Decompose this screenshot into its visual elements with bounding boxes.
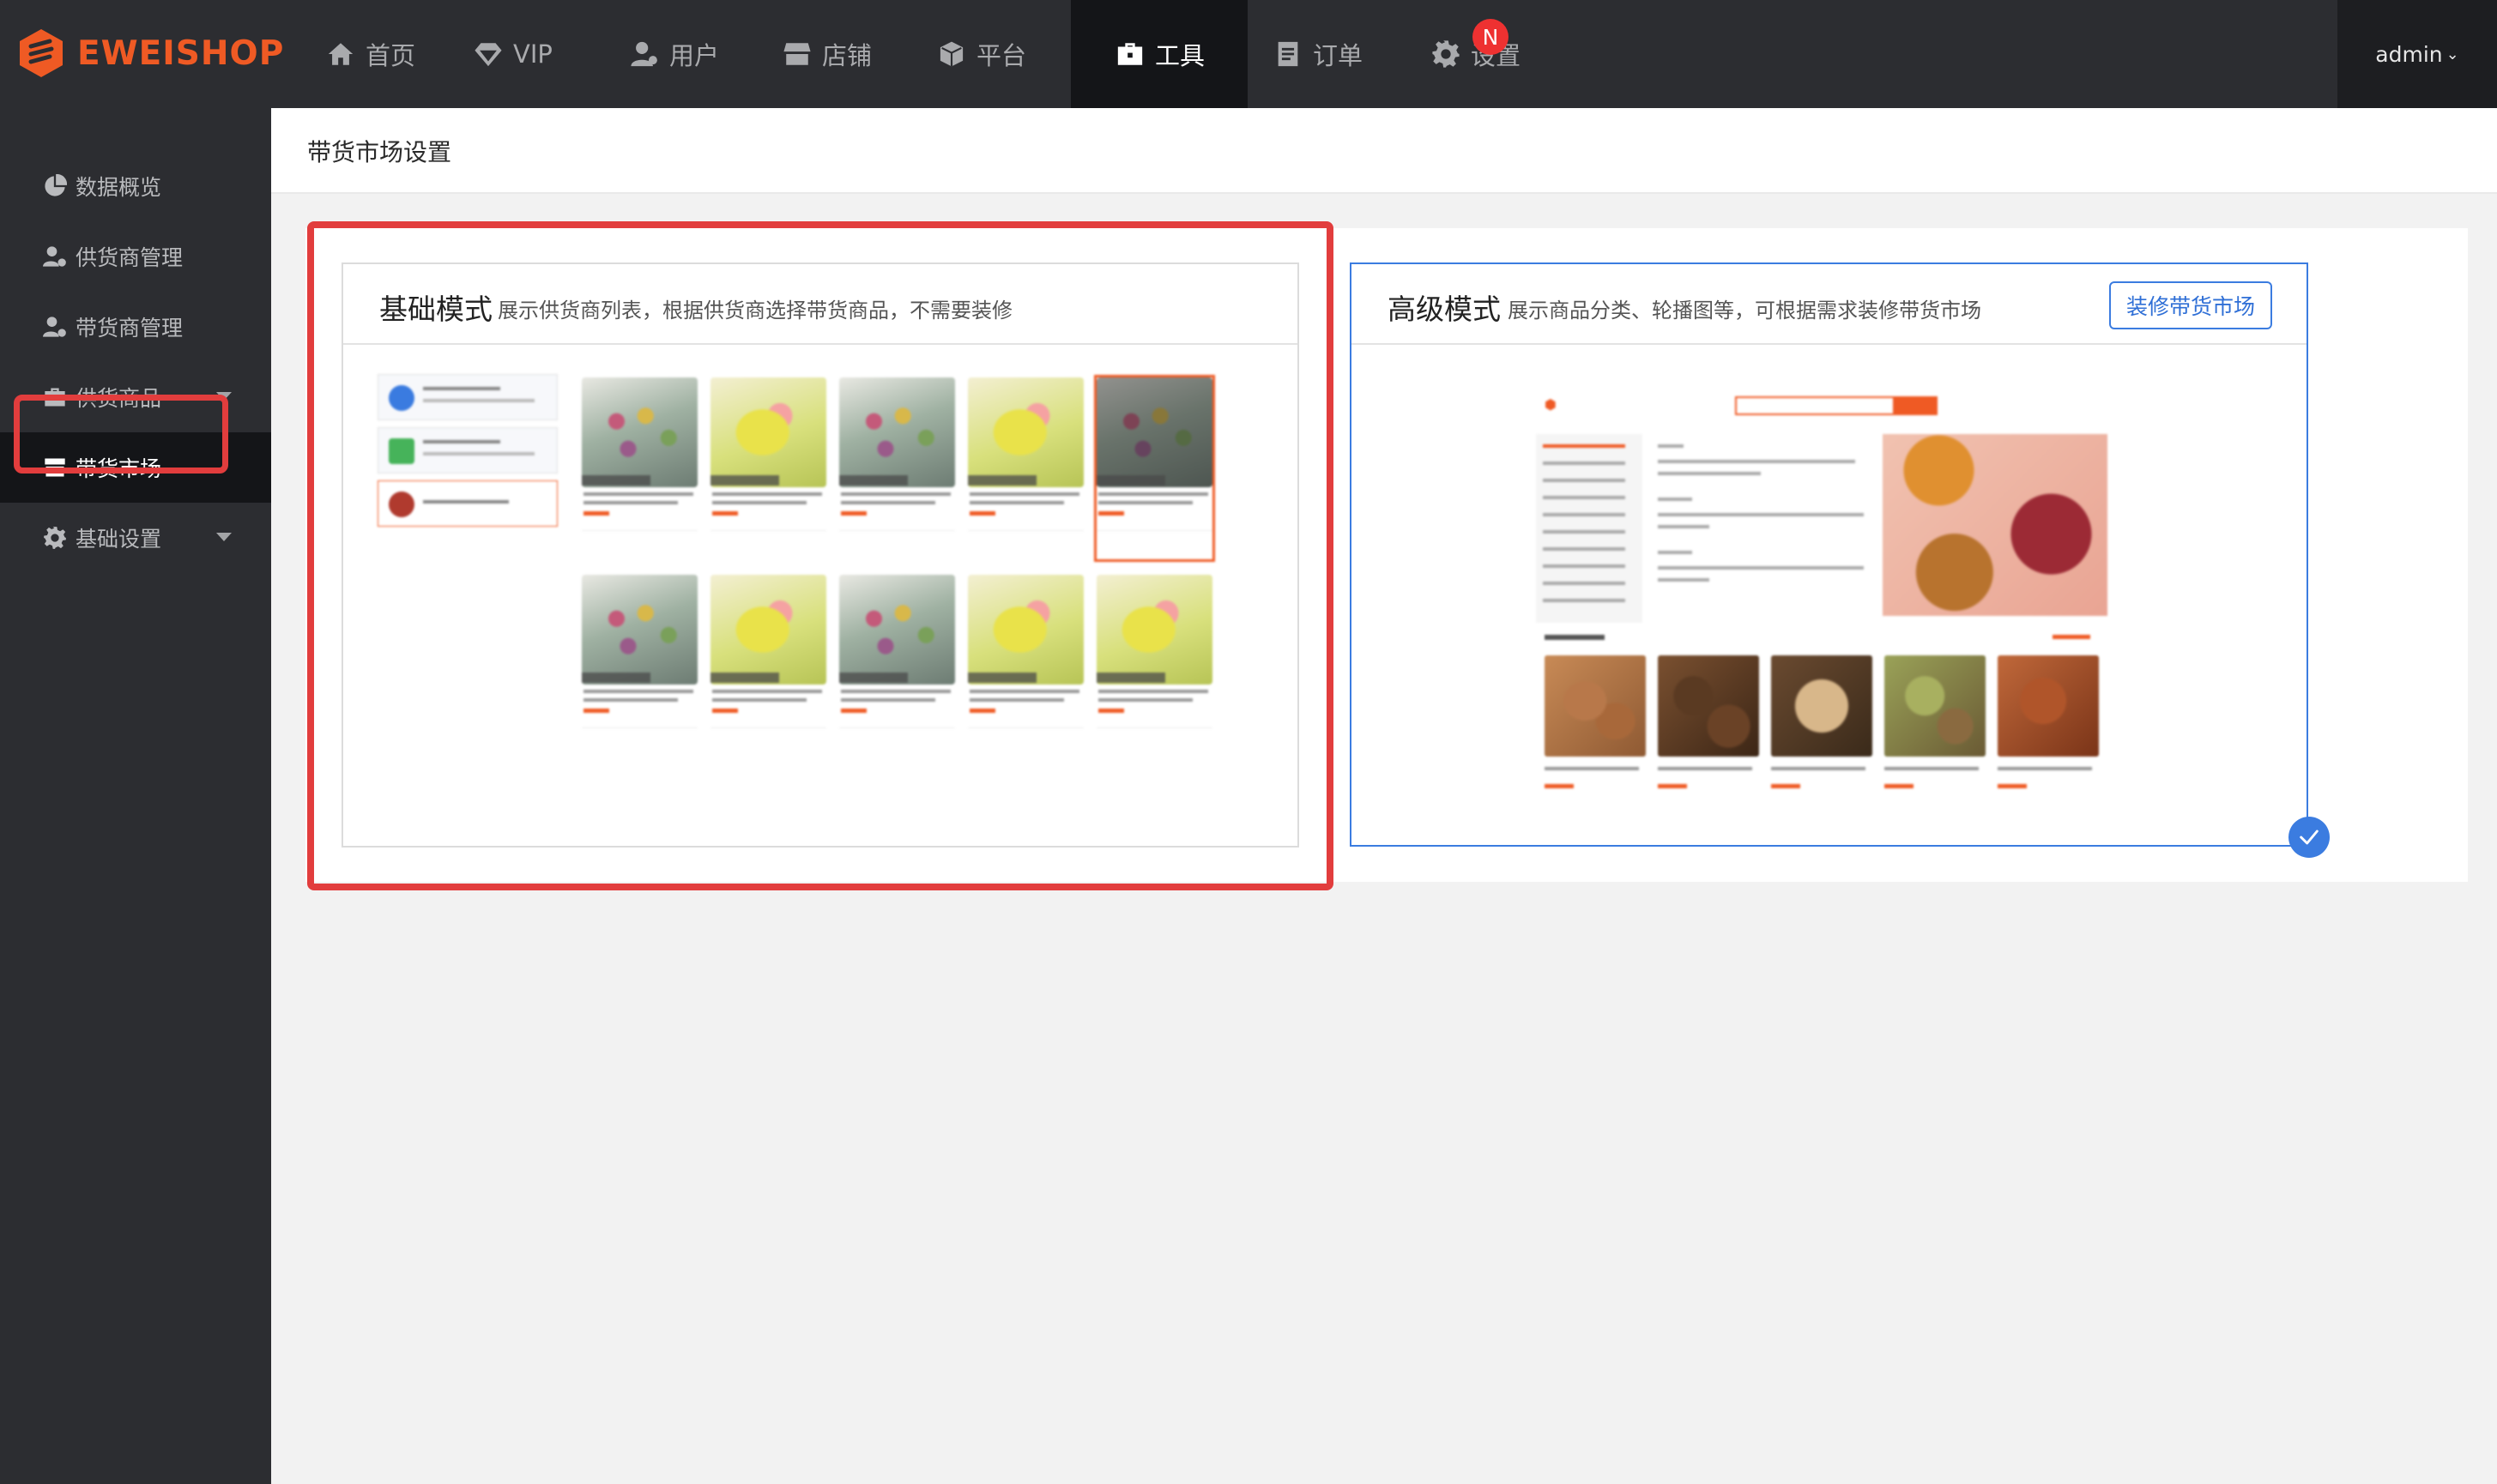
nav-item-platform[interactable]: 平台 <box>911 0 1071 108</box>
nav-label: 工具 <box>1155 41 1206 70</box>
main-nav: 首页 VIP 用户 店铺 平台 工具 订单 设置 N <box>300 0 1546 108</box>
preview-search-bar <box>1735 396 1938 415</box>
user-gear-icon <box>43 317 66 337</box>
preview-category-menu <box>1536 434 1642 623</box>
highlight-annotation-basic-mode <box>307 221 1333 890</box>
preview-banner <box>1883 434 2107 616</box>
nav-item-settings[interactable]: 设置 N <box>1406 0 1546 108</box>
nav-item-store[interactable]: 店铺 <box>757 0 911 108</box>
card-header: 高级模式 展示商品分类、轮播图等，可根据需求装修带货市场 装修带货市场 <box>1351 264 2307 345</box>
preview-product-image <box>1771 655 1872 757</box>
store-icon <box>783 43 811 65</box>
diamond-icon <box>475 43 502 67</box>
gear-icon <box>1432 40 1460 68</box>
advanced-mode-description: 展示商品分类、轮播图等，可根据需求装修带货市场 <box>1508 299 1981 323</box>
user-icon <box>631 41 657 67</box>
sidebar-item-basic-settings[interactable]: 基础设置 <box>0 503 271 573</box>
preview-more-link <box>2053 635 2090 639</box>
username: admin <box>2375 41 2443 67</box>
sidebar-item-data-overview[interactable]: 数据概览 <box>0 151 271 221</box>
page-header: 带货市场设置 <box>271 108 2497 194</box>
sidebar-item-supplier-management[interactable]: 供货商管理 <box>0 221 271 292</box>
preview-product-image <box>1545 655 1646 757</box>
nav-label: 店铺 <box>822 41 873 70</box>
nav-label: VIP <box>513 39 553 69</box>
nav-item-tools[interactable]: 工具 <box>1071 0 1248 108</box>
document-icon <box>1278 41 1298 67</box>
user-menu[interactable]: admin ⌄ <box>2337 0 2497 108</box>
preview-product-image <box>1884 655 1986 757</box>
eweishop-logo-icon <box>20 29 63 77</box>
nav-label: 用户 <box>669 41 720 70</box>
preview-logo: ⬢ <box>1545 396 1557 413</box>
cube-icon <box>938 39 965 69</box>
nav-item-vip[interactable]: VIP <box>448 0 604 108</box>
decorate-market-button[interactable]: 装修带货市场 <box>2108 281 2272 329</box>
nav-item-user[interactable]: 用户 <box>604 0 757 108</box>
advanced-mode-preview-image: ⬢ <box>1534 381 2118 810</box>
notification-badge: N <box>1472 19 1508 55</box>
brand-logo[interactable]: EWEISHOP <box>17 26 284 81</box>
chevron-down-icon: ⌄ <box>2446 45 2459 63</box>
preview-product-image <box>1658 655 1759 757</box>
nav-item-home[interactable]: 首页 <box>300 0 448 108</box>
nav-label: 平台 <box>976 41 1027 70</box>
preview-product-image <box>1998 655 2099 757</box>
preview-category-detail <box>1649 434 1874 623</box>
selected-check-icon <box>2288 817 2330 858</box>
top-navigation-bar: EWEISHOP 首页 VIP 用户 店铺 平台 工具 订单 设置 N admi… <box>0 0 2497 108</box>
advanced-mode-title: 高级模式 <box>1388 293 1501 326</box>
sidebar-item-label: 供货商管理 <box>76 245 184 270</box>
caret-down-icon <box>216 533 232 541</box>
toolbox-icon <box>1117 43 1143 65</box>
pie-chart-icon <box>45 174 67 196</box>
page-title: 带货市场设置 <box>307 138 452 166</box>
gear-icon <box>44 527 66 549</box>
highlight-annotation-sidebar <box>14 395 228 474</box>
nav-label: 首页 <box>366 41 416 70</box>
brand-name: EWEISHOP <box>77 33 285 73</box>
sidebar-item-label: 基础设置 <box>76 527 162 552</box>
user-gear-icon <box>43 246 66 267</box>
preview-section-title <box>1545 635 1605 640</box>
nav-item-orders[interactable]: 订单 <box>1248 0 1406 108</box>
sidebar-item-label: 带货商管理 <box>76 316 184 341</box>
home-icon <box>328 43 354 65</box>
sidebar: 数据概览 供货商管理 带货商管理 供货商品 带货市场 基础设置 <box>0 108 271 1484</box>
sidebar-item-seller-management[interactable]: 带货商管理 <box>0 292 271 362</box>
nav-label: 订单 <box>1313 41 1363 70</box>
sidebar-item-label: 数据概览 <box>76 175 162 200</box>
